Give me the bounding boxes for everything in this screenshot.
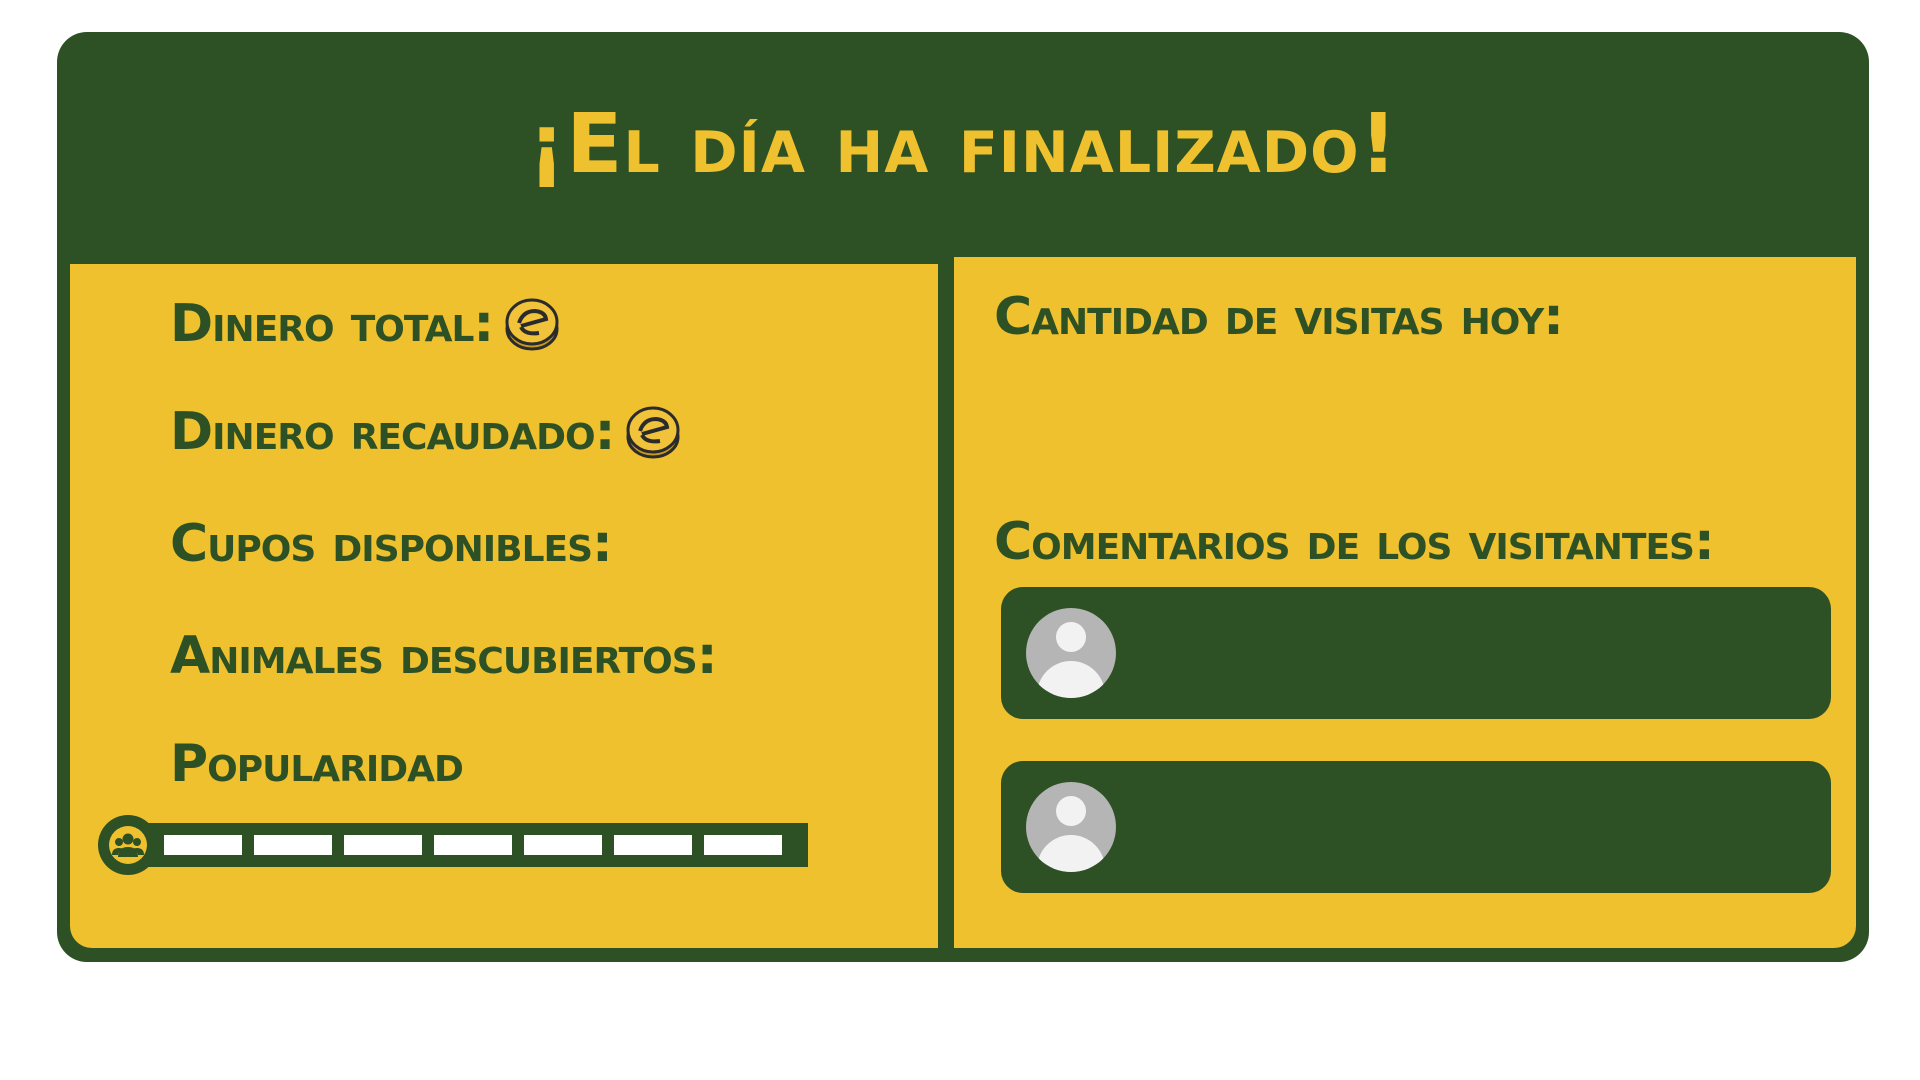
page-title: ¡El día ha finalizado! <box>528 97 1398 192</box>
popularity-segment <box>614 835 692 855</box>
discovered-animals-row: Animales descubiertos: <box>170 626 717 686</box>
total-money-row: Dinero total: <box>170 294 561 354</box>
discovered-animals-label: Animales descubiertos: <box>170 626 717 686</box>
user-avatar-icon <box>1026 608 1116 698</box>
popularity-row: Popularidad <box>170 734 464 794</box>
user-avatar-icon <box>1026 782 1116 872</box>
popularity-bar <box>98 815 818 875</box>
available-slots-label: Cupos disponibles: <box>170 514 613 574</box>
collected-money-label: Dinero recaudado: <box>170 402 615 462</box>
popularity-label: Popularidad <box>170 734 464 794</box>
popularity-segment <box>254 835 332 855</box>
total-money-label: Dinero total: <box>170 294 494 354</box>
popularity-segment <box>524 835 602 855</box>
coin-icon <box>503 295 561 353</box>
popularity-track <box>148 823 808 867</box>
visits-label: Cantidad de visitas hoy: <box>994 287 1564 347</box>
collected-money-row: Dinero recaudado: <box>170 402 682 462</box>
popularity-segment <box>704 835 782 855</box>
comments-label: Comentarios de los visitantes: <box>994 512 1715 572</box>
visitors-column: Cantidad de visitas hoy: Comentarios de … <box>954 257 1856 948</box>
coin-icon <box>624 403 682 461</box>
people-icon <box>98 815 158 875</box>
popularity-segment <box>434 835 512 855</box>
popularity-segment <box>164 835 242 855</box>
comment-card <box>1001 587 1831 719</box>
popularity-segment <box>344 835 422 855</box>
comment-card <box>1001 761 1831 893</box>
available-slots-row: Cupos disponibles: <box>170 514 613 574</box>
